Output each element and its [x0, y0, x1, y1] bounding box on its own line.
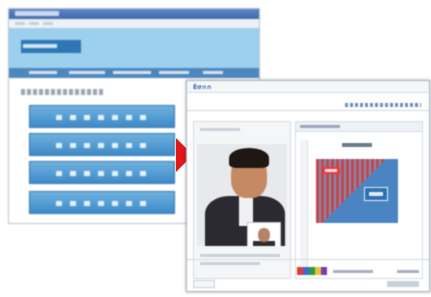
menu-button[interactable] [29, 161, 175, 184]
slide-panel-header-text [300, 125, 340, 128]
nav-item[interactable] [203, 71, 223, 74]
slide-tools[interactable] [300, 140, 308, 270]
background-window-menubar [9, 19, 259, 28]
menu-button-label [56, 201, 148, 206]
nav-item[interactable] [159, 71, 189, 74]
menu-button[interactable] [29, 191, 175, 214]
background-window-titlebar[interactable] [9, 9, 259, 19]
menu-button-label [56, 143, 148, 148]
slide-title [342, 143, 372, 147]
panel-header-text [200, 128, 240, 131]
color-chip[interactable] [321, 267, 327, 275]
nav-item[interactable] [113, 71, 151, 74]
chat-input[interactable] [193, 280, 215, 288]
nav-item[interactable] [29, 71, 57, 74]
footer-text [397, 270, 419, 273]
footer-button[interactable] [387, 281, 419, 287]
slide-callout-text [369, 192, 383, 196]
site-banner [9, 28, 259, 68]
foreground-window-titlebar[interactable]: Ѐσ∩∩ [187, 81, 429, 93]
site-nav [9, 68, 259, 78]
menu-button-label [56, 171, 148, 176]
video-panel [193, 121, 291, 279]
window-title: Ѐσ∩∩ [193, 84, 212, 91]
toolbar-divider [187, 110, 429, 111]
panel-text-line [200, 254, 280, 257]
slide-panel [295, 121, 423, 279]
thumbnail-head [258, 228, 270, 242]
presenter-hair [229, 148, 269, 168]
section-heading [21, 89, 103, 95]
footer-divider [187, 259, 429, 260]
footer-text [333, 270, 373, 273]
presenter-video[interactable] [197, 144, 287, 246]
panel-text-line [200, 262, 260, 265]
menu-item[interactable] [43, 22, 53, 25]
nav-item[interactable] [69, 71, 105, 74]
menu-button[interactable] [29, 105, 175, 128]
background-window-title [15, 11, 59, 16]
menu-button[interactable] [29, 133, 175, 156]
menu-item[interactable] [29, 22, 39, 25]
slide-panel-header [296, 122, 422, 132]
foreground-window: Ѐσ∩∩ [186, 80, 430, 292]
slide-logo-text [325, 169, 337, 172]
menu-button-label [56, 115, 148, 120]
toolbar[interactable] [345, 103, 421, 107]
logo-subtext [23, 44, 57, 48]
menu-item[interactable] [15, 22, 25, 25]
self-view-thumbnail[interactable] [247, 222, 281, 246]
presentation-slide[interactable] [316, 159, 398, 223]
